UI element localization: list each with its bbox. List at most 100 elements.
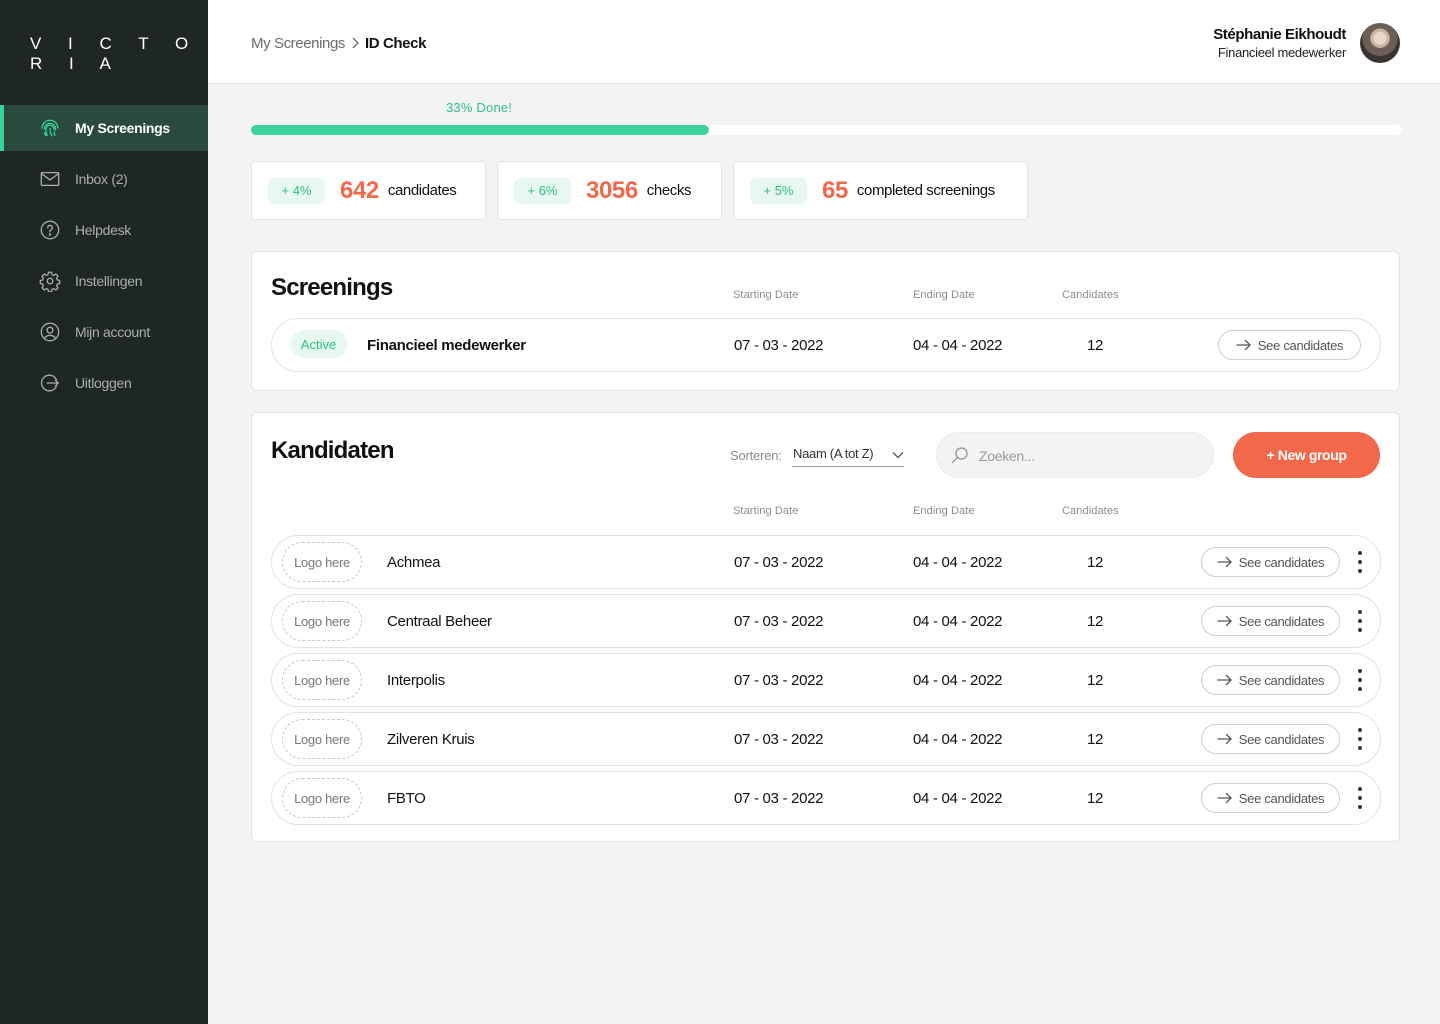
sidebar-item-mijn-account[interactable]: Mijn account	[0, 309, 208, 355]
user-circle-icon	[38, 320, 62, 344]
user-info[interactable]: Stéphanie Eikhoudt Financieel medewerker	[1213, 26, 1346, 60]
search-input[interactable]	[979, 445, 1199, 467]
sidebar-item-label: Helpdesk	[75, 222, 131, 238]
candidate-count: 12	[1087, 671, 1104, 689]
column-header-start: Starting Date	[733, 505, 799, 517]
stat-delta-badge: + 6%	[514, 177, 571, 204]
see-candidates-button[interactable]: See candidates	[1201, 724, 1340, 754]
more-options-icon[interactable]	[1354, 610, 1366, 632]
start-date: 07 - 03 - 2022	[734, 730, 824, 748]
status-badge: Active	[290, 330, 347, 358]
end-date: 04 - 04 - 2022	[913, 336, 1003, 354]
table-row[interactable]: Logo here Zilveren Kruis 07 - 03 - 2022 …	[271, 712, 1381, 766]
sort-value: Naam (A tot Z)	[793, 446, 874, 461]
end-date: 04 - 04 - 2022	[913, 612, 1003, 630]
arrow-right-icon	[1236, 339, 1251, 351]
top-header: My Screenings ID Check Stéphanie Eikhoud…	[208, 0, 1440, 84]
table-row[interactable]: Logo here FBTO 07 - 03 - 2022 04 - 04 - …	[271, 771, 1381, 825]
start-date: 07 - 03 - 2022	[734, 612, 824, 630]
column-header-start: Starting Date	[733, 289, 799, 301]
see-candidates-label: See candidates	[1238, 731, 1325, 747]
sidebar-item-label: Instellingen	[75, 273, 143, 289]
sidebar: V I C T O R I A My Screenings Inbox (2) …	[0, 0, 208, 1024]
breadcrumb-parent[interactable]: My Screenings	[251, 35, 345, 52]
stat-value: 3056	[586, 176, 638, 204]
sidebar-item-label: Mijn account	[75, 324, 150, 340]
logo-placeholder: Logo here	[282, 601, 362, 641]
more-options-icon[interactable]	[1354, 787, 1366, 809]
search-box[interactable]	[936, 432, 1214, 478]
sidebar-item-helpdesk[interactable]: Helpdesk	[0, 207, 208, 253]
company-name: Achmea	[387, 553, 441, 571]
candidate-count: 12	[1087, 612, 1104, 630]
candidate-count: 12	[1087, 789, 1104, 807]
table-row[interactable]: Logo here Achmea 07 - 03 - 2022 04 - 04 …	[271, 535, 1381, 589]
logo-placeholder: Logo here	[282, 719, 362, 759]
kandidaten-title: Kandidaten	[271, 437, 394, 464]
see-candidates-label: See candidates	[1238, 672, 1325, 688]
stat-label: completed screenings	[856, 182, 995, 199]
arrow-right-icon	[1217, 733, 1232, 745]
avatar[interactable]	[1360, 23, 1400, 63]
table-row[interactable]: Logo here Interpolis 07 - 03 - 2022 04 -…	[271, 653, 1381, 707]
see-candidates-button[interactable]: See candidates	[1201, 606, 1340, 636]
user-name: Stéphanie Eikhoudt	[1213, 26, 1346, 43]
end-date: 04 - 04 - 2022	[913, 789, 1003, 807]
sidebar-item-label: Uitloggen	[75, 375, 132, 391]
screenings-title: Screenings	[271, 274, 393, 301]
breadcrumb-current: ID Check	[365, 35, 427, 52]
fingerprint-icon	[38, 116, 62, 140]
see-candidates-button[interactable]: See candidates	[1201, 783, 1340, 813]
stat-label: candidates	[387, 182, 457, 199]
sort-select[interactable]: Naam (A tot Z)	[792, 446, 904, 467]
see-candidates-button[interactable]: See candidates	[1201, 665, 1340, 695]
company-name: Zilveren Kruis	[387, 730, 475, 748]
see-candidates-button[interactable]: See candidates	[1218, 330, 1361, 360]
stat-card-completed-screenings: + 5% 65 completed screenings	[733, 161, 1028, 220]
screening-row[interactable]: Active Financieel medewerker 07 - 03 - 2…	[271, 318, 1381, 372]
candidate-count: 12	[1087, 553, 1104, 571]
stat-delta-badge: + 5%	[750, 177, 807, 204]
see-candidates-label: See candidates	[1238, 613, 1325, 629]
see-candidates-label: See candidates	[1238, 790, 1325, 806]
sidebar-item-uitloggen[interactable]: Uitloggen	[0, 360, 208, 406]
start-date: 07 - 03 - 2022	[734, 789, 824, 807]
more-options-icon[interactable]	[1354, 669, 1366, 691]
sidebar-item-inbox[interactable]: Inbox (2)	[0, 156, 208, 202]
company-name: FBTO	[387, 789, 426, 807]
candidate-count: 12	[1087, 336, 1104, 354]
end-date: 04 - 04 - 2022	[913, 730, 1003, 748]
column-header-end: Ending Date	[913, 505, 975, 517]
sidebar-item-label: Inbox (2)	[75, 171, 128, 187]
user-role: Financieel medewerker	[1217, 45, 1346, 60]
logout-icon	[38, 371, 62, 395]
column-header-candidates: Candidates	[1062, 505, 1119, 517]
start-date: 07 - 03 - 2022	[734, 553, 824, 571]
search-icon	[951, 447, 968, 464]
mail-icon	[38, 167, 62, 191]
sidebar-nav: My Screenings Inbox (2) Helpdesk Instell…	[0, 105, 208, 411]
start-date: 07 - 03 - 2022	[734, 336, 824, 354]
arrow-right-icon	[1217, 615, 1232, 627]
see-candidates-button[interactable]: See candidates	[1201, 547, 1340, 577]
see-candidates-label: See candidates	[1238, 554, 1325, 570]
sidebar-item-label: My Screenings	[75, 120, 170, 136]
stat-label: checks	[646, 182, 692, 199]
logo-placeholder: Logo here	[282, 542, 362, 582]
logo-placeholder: Logo here	[282, 660, 362, 700]
more-options-icon[interactable]	[1354, 728, 1366, 750]
table-row[interactable]: Logo here Centraal Beheer 07 - 03 - 2022…	[271, 594, 1381, 648]
stat-card-checks: + 6% 3056 checks	[497, 161, 722, 220]
sort-label: Sorteren:	[730, 448, 782, 463]
column-header-end: Ending Date	[913, 289, 975, 301]
logo-placeholder: Logo here	[282, 778, 362, 818]
new-group-button[interactable]: + New group	[1233, 432, 1380, 478]
sidebar-item-instellingen[interactable]: Instellingen	[0, 258, 208, 304]
company-name: Centraal Beheer	[387, 612, 492, 630]
help-circle-icon	[38, 218, 62, 242]
gear-icon	[38, 269, 62, 293]
more-options-icon[interactable]	[1354, 551, 1366, 573]
sidebar-item-my-screenings[interactable]: My Screenings	[0, 105, 208, 151]
stat-card-candidates: + 4% 642 candidates	[251, 161, 486, 220]
app-logo[interactable]: V I C T O R I A	[30, 34, 208, 74]
